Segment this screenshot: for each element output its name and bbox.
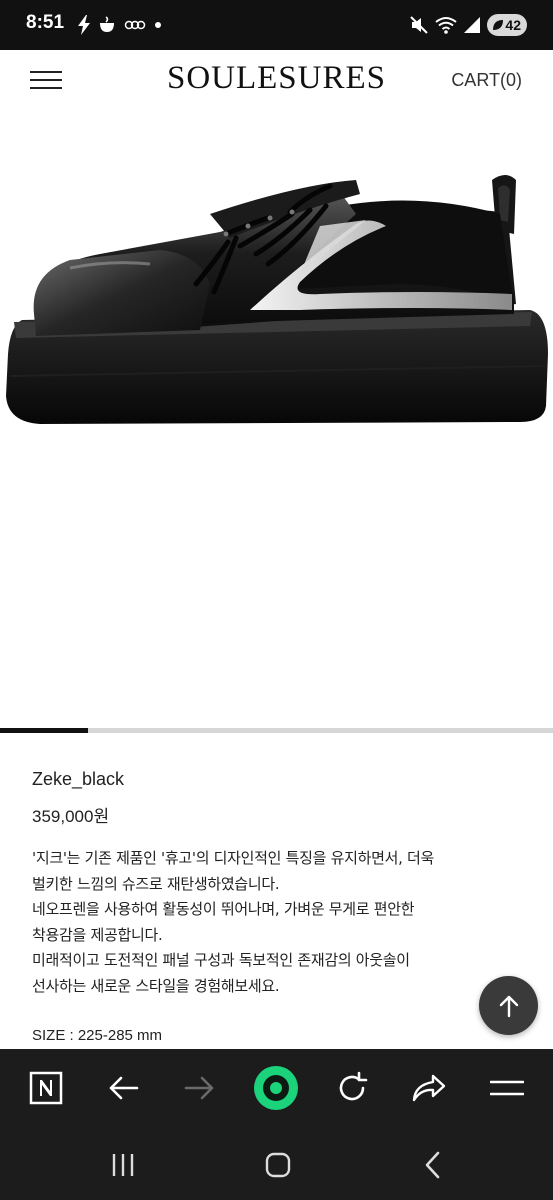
status-left-icons xyxy=(76,14,164,36)
refresh-button[interactable] xyxy=(327,1063,377,1113)
menu-icon xyxy=(490,1080,524,1096)
share-icon xyxy=(412,1074,446,1102)
bolt-icon xyxy=(78,15,90,35)
signal-icon xyxy=(464,17,480,33)
wifi-icon xyxy=(435,17,457,34)
green-dot-button[interactable] xyxy=(251,1063,301,1113)
menu-button[interactable] xyxy=(482,1063,532,1113)
link-icon xyxy=(124,20,146,30)
description-line: 미래적이고 도전적인 패널 구성과 독보적인 존재감의 아웃솔이 xyxy=(32,951,410,969)
forward-button[interactable] xyxy=(175,1063,225,1113)
product-image[interactable] xyxy=(0,114,553,728)
scroll-top-button[interactable] xyxy=(479,976,538,1035)
status-right-icons: 42 xyxy=(409,13,527,37)
share-button[interactable] xyxy=(404,1063,454,1113)
product-size: SIZE : 225-285 mm xyxy=(32,1027,163,1044)
product-description: '지크'는 기존 제품인 '휴고'의 디자인적인 특징을 유지하면서, 더욱 벌… xyxy=(32,846,502,999)
battery-icon: 42 xyxy=(487,14,527,36)
back-arrow-icon xyxy=(109,1076,139,1100)
description-line: '지크'는 기존 제품인 '휴고'의 디자인적인 특징을 유지하면서, 더욱 xyxy=(32,849,435,867)
browser-toolbar xyxy=(0,1049,553,1129)
description-line: 벌키한 느낌의 슈즈로 재탄생하였습니다. xyxy=(32,874,280,893)
product-name: Zeke_black xyxy=(32,769,125,789)
recent-apps-button[interactable] xyxy=(98,1147,148,1183)
teacup-icon xyxy=(100,16,114,32)
battery-level: 42 xyxy=(505,17,521,33)
gallery-progress-track xyxy=(0,728,553,733)
naver-home-button[interactable] xyxy=(21,1063,71,1113)
status-time: 8:51 xyxy=(26,12,65,33)
home-icon xyxy=(265,1152,291,1178)
refresh-icon xyxy=(339,1071,368,1101)
green-dot-icon xyxy=(254,1066,298,1110)
product-price: 359,000원 xyxy=(32,807,110,826)
arrow-up-icon xyxy=(499,995,518,1017)
naver-home-icon xyxy=(29,1071,63,1105)
back-icon xyxy=(425,1151,440,1179)
site-header: SOULESURES CART(0) xyxy=(0,50,553,114)
back-button[interactable] xyxy=(98,1063,148,1113)
cart-link[interactable]: CART(0) xyxy=(451,70,522,91)
status-bar: 8:51 42 xyxy=(0,0,553,50)
hamburger-menu-icon[interactable] xyxy=(30,71,62,93)
leaf-icon xyxy=(493,20,503,30)
system-back-button[interactable] xyxy=(408,1147,458,1183)
home-button[interactable] xyxy=(253,1147,303,1183)
description-line: 착용감을 제공합니다. xyxy=(32,925,163,944)
system-nav-bar xyxy=(0,1129,553,1200)
shoe-image xyxy=(6,175,548,424)
forward-arrow-icon xyxy=(184,1076,214,1100)
gallery-progress-fill xyxy=(0,728,89,733)
description-line: 선사하는 새로운 스타일을 경험해보세요. xyxy=(32,976,280,995)
mute-icon xyxy=(410,16,428,34)
recent-apps-icon xyxy=(112,1154,134,1176)
description-line: 네오프렌을 사용하여 활동성이 뛰어나며, 가벼운 무게로 편안한 xyxy=(32,900,415,918)
dot-icon xyxy=(155,22,161,28)
